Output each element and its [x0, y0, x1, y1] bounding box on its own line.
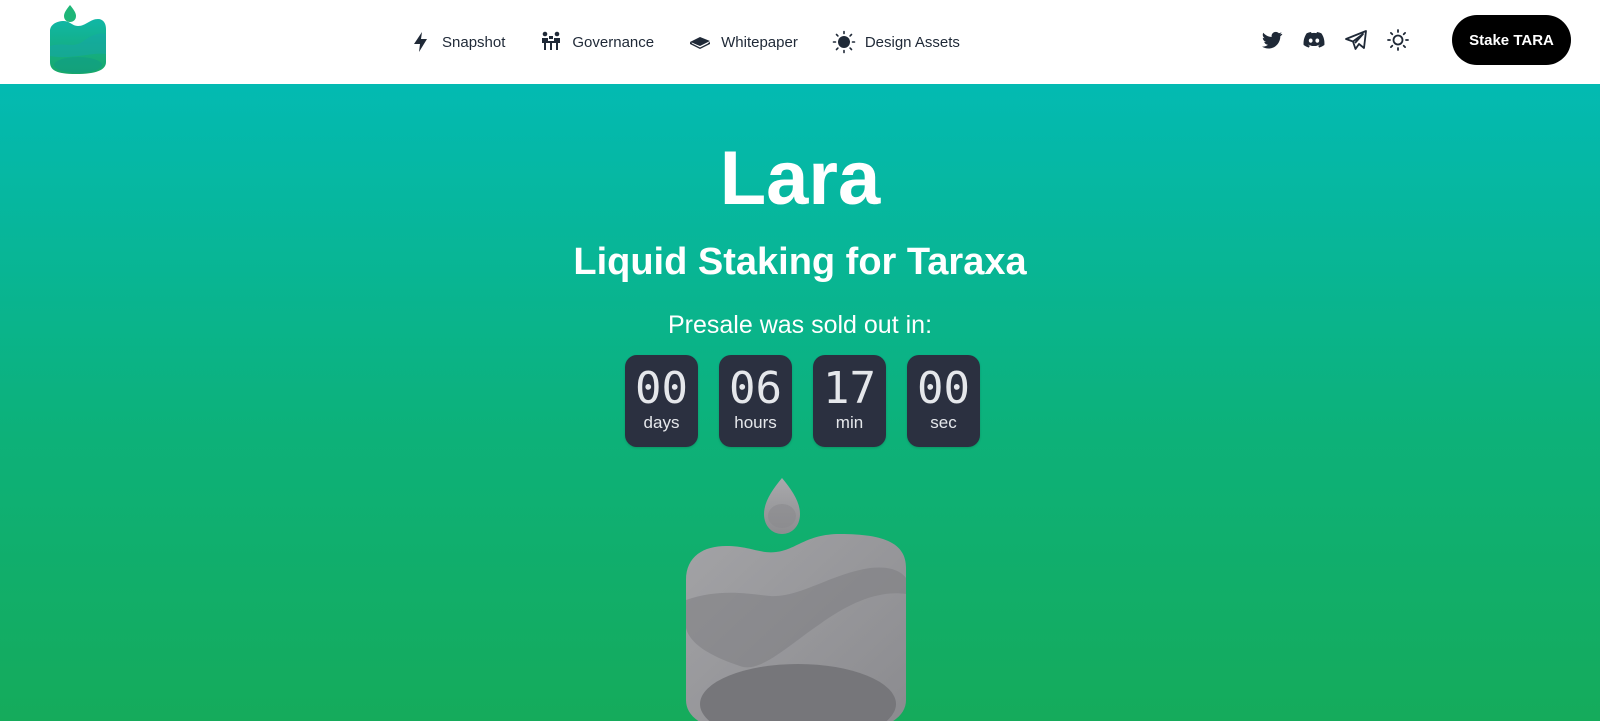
- lara-jar-illustration: [680, 478, 920, 721]
- countdown-hours-value: 06: [729, 363, 782, 414]
- countdown-sec-value: 00: [917, 363, 970, 414]
- telegram-icon[interactable]: [1343, 27, 1369, 53]
- jar-icon: [686, 478, 906, 721]
- lightning-icon: [408, 29, 434, 55]
- nav-whitepaper-label: Whitepaper: [721, 33, 798, 51]
- nav-whitepaper[interactable]: Whitepaper: [687, 29, 798, 55]
- countdown-min: 17 min: [813, 355, 886, 447]
- top-nav-bar: Snapshot Governance Whitepaper Design As…: [0, 0, 1600, 84]
- nav-governance-label: Governance: [572, 33, 655, 51]
- discord-icon[interactable]: [1301, 27, 1327, 53]
- countdown-hours-unit: hours: [734, 413, 777, 432]
- social-links: [1259, 0, 1427, 80]
- countdown-sec: 00 sec: [907, 355, 980, 447]
- countdown-min-unit: min: [835, 413, 864, 432]
- nav-snapshot[interactable]: Snapshot: [408, 29, 505, 55]
- countdown-days-value: 00: [635, 363, 688, 414]
- sun-dark-icon: [831, 29, 857, 55]
- hero-section: Lara Liquid Staking for Taraxa Presale w…: [0, 84, 1600, 721]
- governance-icon: [538, 29, 564, 55]
- countdown-days-unit: days: [643, 413, 680, 432]
- nav-snapshot-label: Snapshot: [442, 33, 506, 51]
- twitter-icon[interactable]: [1259, 27, 1285, 53]
- lara-logo[interactable]: [42, 4, 108, 76]
- hero-subtitle: Liquid Staking for Taraxa: [573, 241, 1027, 283]
- book-icon: [687, 29, 713, 55]
- lara-logo-icon: [50, 5, 106, 74]
- countdown-min-value: 17: [823, 363, 876, 414]
- presale-label: Presale was sold out in:: [667, 311, 933, 339]
- nav-design-assets[interactable]: Design Assets: [831, 29, 960, 55]
- sun-icon[interactable]: [1385, 27, 1411, 53]
- nav-design-assets-label: Design Assets: [864, 33, 960, 51]
- countdown-sec-unit: sec: [930, 413, 957, 432]
- stake-tara-button[interactable]: Stake TARA: [1452, 15, 1571, 65]
- countdown-timer: 00 days 06 hours 17 min 00 sec: [625, 355, 980, 447]
- countdown-days: 00 days: [625, 355, 698, 447]
- nav-governance[interactable]: Governance: [538, 29, 654, 55]
- countdown-hours: 06 hours: [719, 355, 792, 447]
- main-nav: Snapshot Governance Whitepaper Design As…: [408, 0, 993, 84]
- hero-title: Lara: [719, 136, 881, 221]
